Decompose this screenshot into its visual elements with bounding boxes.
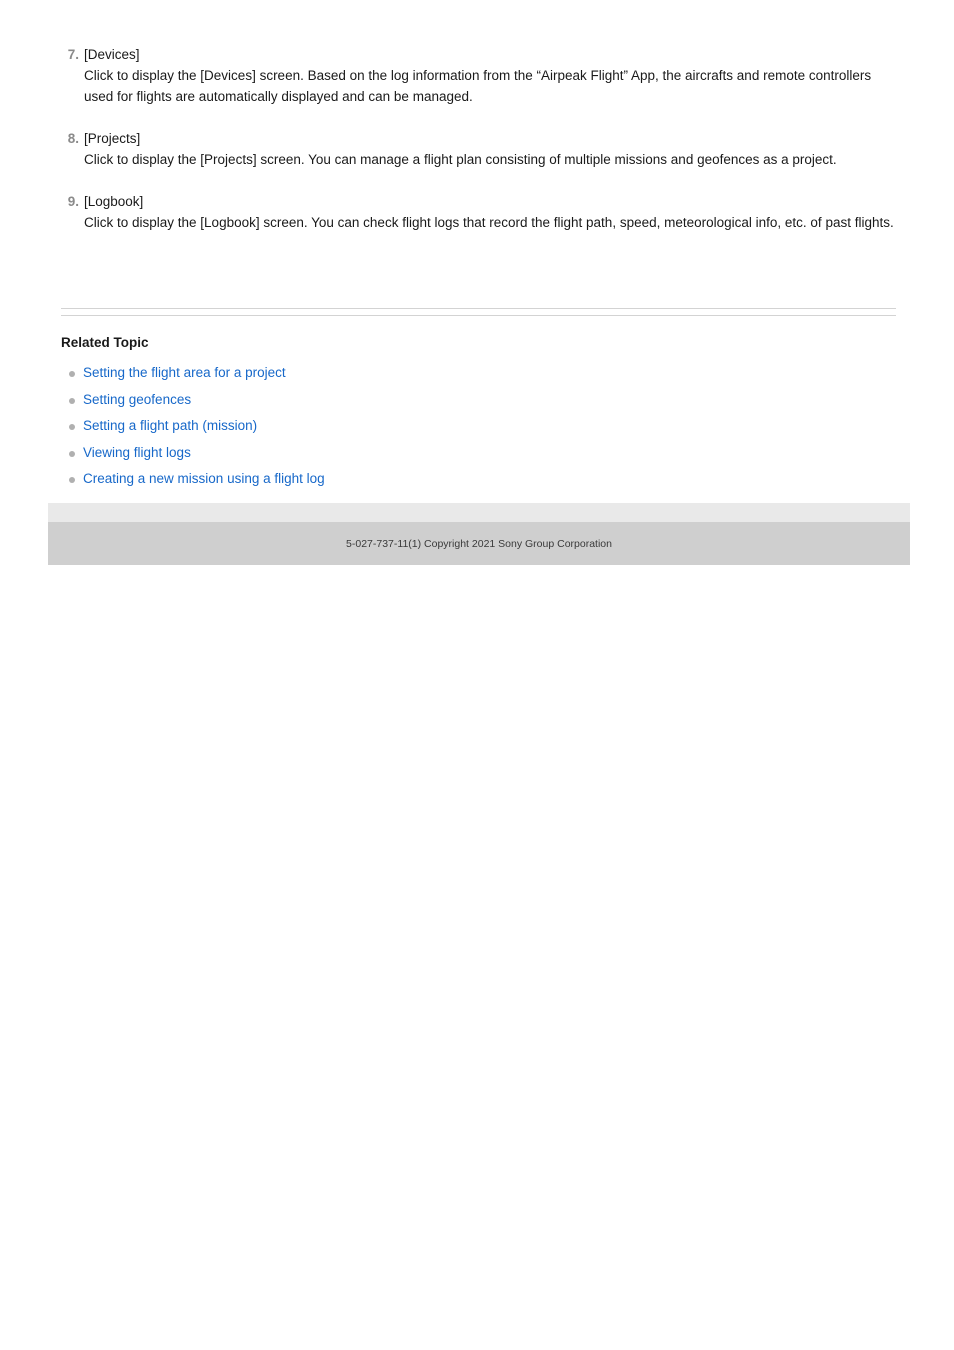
list-item: 7. [Devices] Click to display the [Devic…: [61, 44, 899, 107]
related-topic-list: Setting the flight area for a project Se…: [61, 360, 899, 493]
footer-spacer-band: [48, 503, 910, 522]
related-link-new-mission[interactable]: Creating a new mission using a flight lo…: [83, 471, 325, 486]
help-article-page: 7. [Devices] Click to display the [Devic…: [0, 0, 954, 1350]
list-item: 8. [Projects] Click to display the [Proj…: [61, 128, 899, 170]
list-item[interactable]: Viewing flight logs: [61, 440, 899, 467]
step-number: 7.: [67, 47, 79, 62]
related-link-flight-area[interactable]: Setting the flight area for a project: [83, 365, 286, 380]
page-footer: 5-027-737-11(1) Copyright 2021 Sony Grou…: [48, 503, 910, 565]
step-title: [Logbook]: [84, 194, 144, 209]
numbered-step-list: 7. [Devices] Click to display the [Devic…: [61, 44, 899, 254]
list-item[interactable]: Creating a new mission using a flight lo…: [61, 466, 899, 493]
related-link-geofences[interactable]: Setting geofences: [83, 392, 191, 407]
dot-bullet-icon: [69, 450, 75, 457]
copyright-text: 5-027-737-11(1) Copyright 2021 Sony Grou…: [346, 537, 612, 550]
dot-bullet-icon: [69, 424, 75, 430]
step-description: Click to display the [Devices] screen. B…: [84, 68, 872, 104]
step-number: 8.: [67, 131, 79, 146]
step-title: [Projects]: [84, 131, 141, 146]
dot-bullet-icon: [69, 477, 75, 483]
section-divider: [61, 308, 896, 316]
list-item: 9. [Logbook] Click to display the [Logbo…: [61, 191, 899, 233]
list-item[interactable]: Setting the flight area for a project: [61, 360, 899, 387]
related-topic-section: Related Topic Setting the flight area fo…: [61, 334, 899, 493]
list-item[interactable]: Setting a flight path (mission): [61, 413, 899, 440]
related-link-flight-logs[interactable]: Viewing flight logs: [83, 445, 191, 460]
step-description: Click to display the [Projects] screen. …: [84, 152, 837, 167]
related-topic-heading: Related Topic: [61, 335, 149, 350]
dot-bullet-icon: [69, 371, 75, 377]
step-description: Click to display the [Logbook] screen. Y…: [84, 215, 894, 230]
list-item[interactable]: Setting geofences: [61, 387, 899, 414]
step-title: [Devices]: [84, 47, 140, 62]
dot-bullet-icon: [69, 397, 75, 404]
step-number: 9.: [67, 194, 79, 209]
related-link-flight-path[interactable]: Setting a flight path (mission): [83, 418, 257, 433]
footer-copyright-band: 5-027-737-11(1) Copyright 2021 Sony Grou…: [48, 522, 910, 565]
